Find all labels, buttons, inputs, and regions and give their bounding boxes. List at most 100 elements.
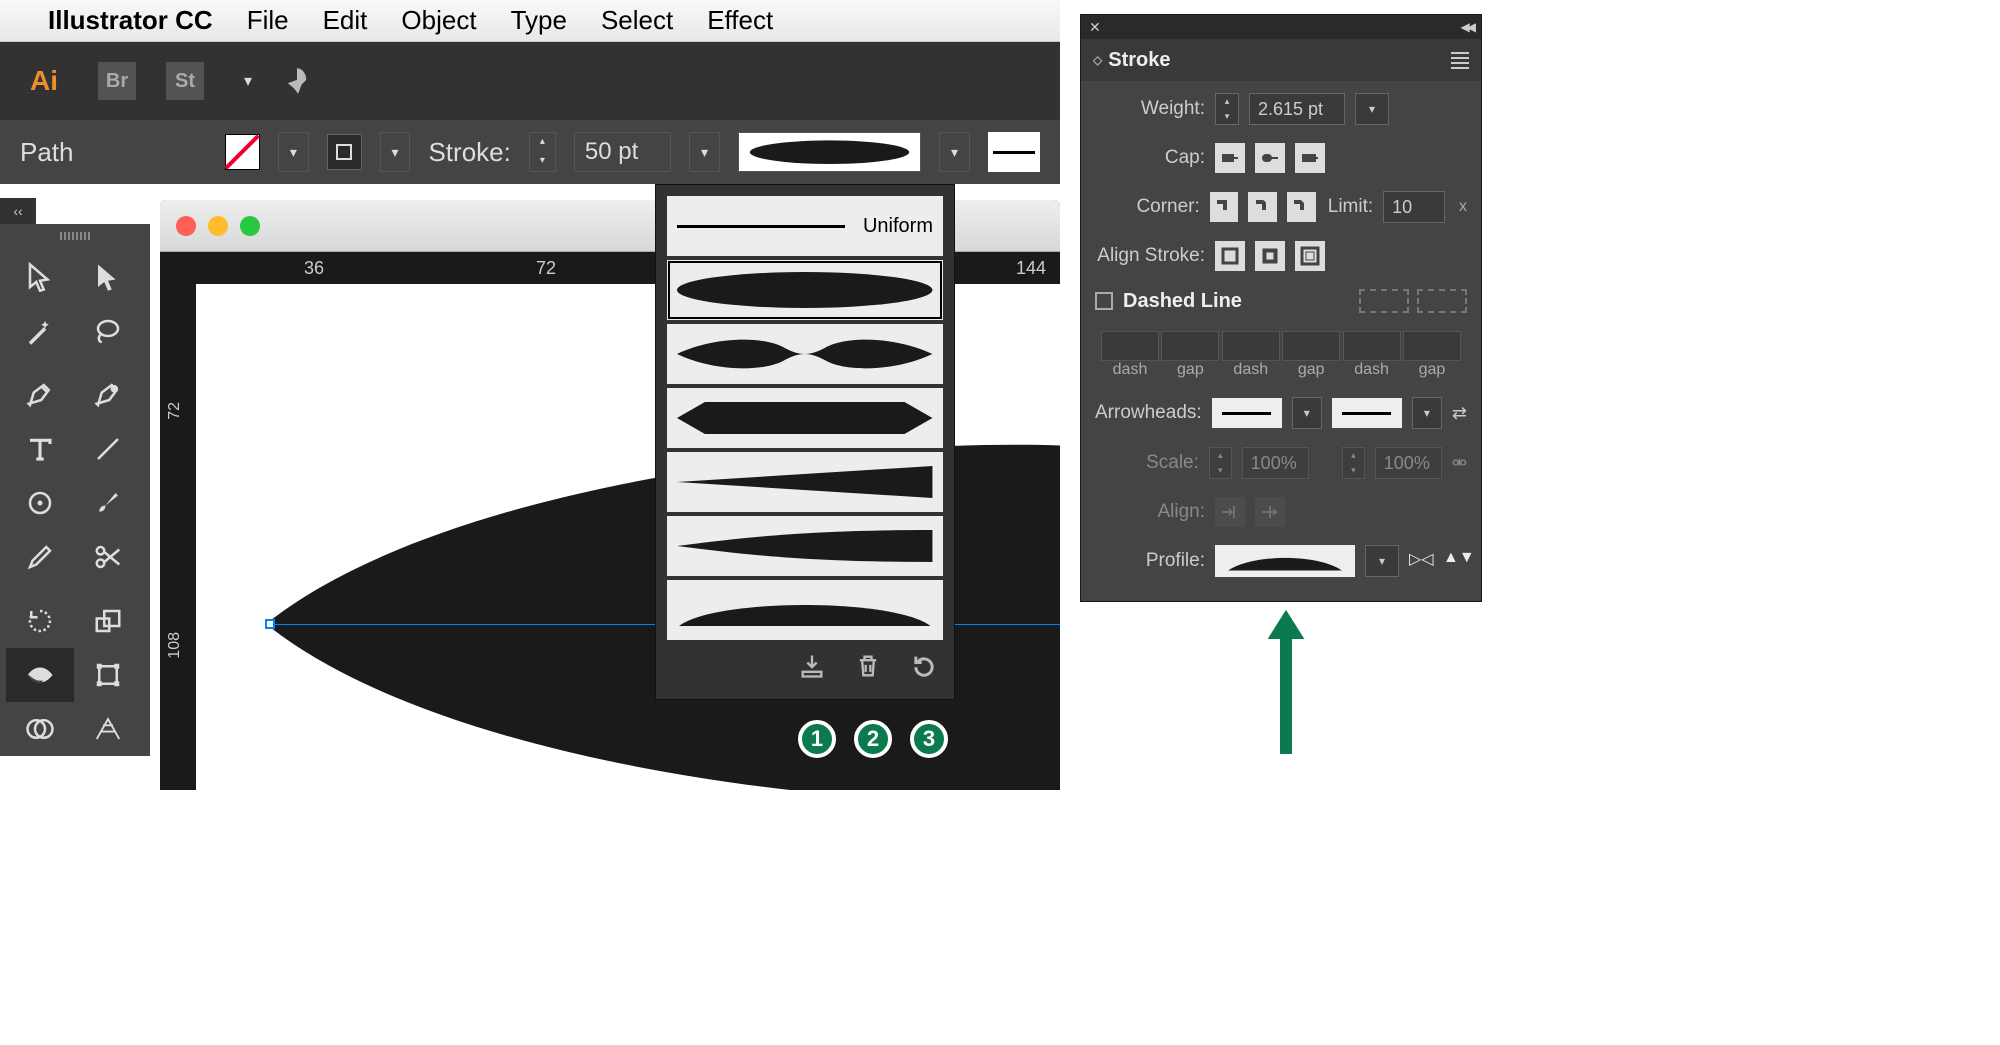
profile-width-1[interactable] (666, 259, 944, 321)
dash-3-input[interactable] (1343, 331, 1401, 361)
line-segment-tool[interactable] (74, 422, 142, 476)
profile-dropdown[interactable]: ▾ (939, 132, 970, 172)
weight-dropdown[interactable]: ▾ (1355, 93, 1389, 125)
paintbrush-tool[interactable] (74, 476, 142, 530)
arrange-documents[interactable]: ▾ (234, 71, 252, 91)
arrowheads-label: Arrowheads: (1095, 402, 1202, 424)
limit-value[interactable]: 10 (1383, 191, 1445, 223)
menu-object[interactable]: Object (401, 5, 476, 36)
panel-collapse-strip[interactable]: ‹‹ (0, 198, 36, 224)
macos-menubar: Illustrator CC File Edit Object Type Sel… (0, 0, 1060, 42)
gap-label: gap (1403, 361, 1461, 379)
profile-width-4[interactable] (666, 451, 944, 513)
menu-file[interactable]: File (247, 5, 289, 36)
profile-width-2[interactable] (666, 323, 944, 385)
swap-arrowheads-icon[interactable]: ⇄ (1452, 403, 1467, 424)
fill-dropdown[interactable]: ▾ (278, 132, 309, 172)
gap-3-input[interactable] (1403, 331, 1461, 361)
anchor-point[interactable] (265, 619, 275, 629)
magic-wand-tool[interactable] (6, 304, 74, 358)
close-icon[interactable]: ✕ (1089, 19, 1101, 36)
profile-preview[interactable] (1215, 545, 1355, 577)
corner-bevel-button[interactable] (1287, 192, 1316, 222)
dash-label: dash (1343, 361, 1401, 379)
annotation-arrow (1256, 596, 1316, 766)
shape-builder-tool[interactable] (6, 702, 74, 756)
align-tip-button (1215, 497, 1245, 527)
scissors-tool[interactable] (74, 530, 142, 584)
dash-2-input[interactable] (1222, 331, 1280, 361)
pen-tool[interactable] (6, 368, 74, 422)
weight-stepper[interactable]: ▴▾ (1215, 93, 1239, 125)
grip-icon[interactable] (6, 230, 144, 242)
bridge-icon[interactable]: Br (98, 62, 136, 100)
flip-along-icon[interactable]: ▷◁ (1409, 549, 1433, 573)
profile-width-5[interactable] (666, 515, 944, 577)
direct-selection-tool[interactable] (74, 250, 142, 304)
corner-round-button[interactable] (1248, 192, 1277, 222)
arrowhead-end-dropdown[interactable]: ▾ (1412, 397, 1442, 429)
profile-width-3[interactable] (666, 387, 944, 449)
type-tool[interactable] (6, 422, 74, 476)
menu-effect[interactable]: Effect (707, 5, 773, 36)
flip-across-icon[interactable]: ▲▼ (1443, 549, 1467, 573)
dash-align-button[interactable] (1417, 289, 1467, 313)
ellipse-tool[interactable] (6, 476, 74, 530)
save-profile-icon[interactable] (798, 652, 826, 680)
dash-preserve-button[interactable] (1359, 289, 1409, 313)
rocket-icon[interactable] (282, 66, 312, 96)
menu-edit[interactable]: Edit (323, 5, 368, 36)
free-transform-tool[interactable] (74, 648, 142, 702)
arrowhead-start-dropdown[interactable]: ▾ (1292, 397, 1322, 429)
cap-butt-button[interactable] (1215, 143, 1245, 173)
stroke-weight-value[interactable]: 50 pt (574, 132, 671, 172)
brush-definition[interactable] (988, 132, 1040, 172)
ai-logo: Ai (20, 61, 68, 101)
align-stroke-label: Align Stroke: (1095, 245, 1205, 267)
profile-width-6[interactable] (666, 579, 944, 641)
panel-menu-icon[interactable] (1451, 52, 1469, 69)
vertical-ruler[interactable]: 72 108 (160, 252, 196, 790)
app-menu[interactable]: Illustrator CC (48, 5, 213, 36)
delete-profile-icon[interactable] (854, 652, 882, 680)
gap-1-input[interactable] (1161, 331, 1219, 361)
stroke-weight-stepper[interactable]: ▴▾ (529, 132, 556, 172)
align-stroke-outside-button[interactable] (1295, 241, 1325, 271)
close-window-button[interactable] (176, 216, 196, 236)
collapse-icon[interactable]: ◀◀ (1461, 20, 1473, 34)
lasso-tool[interactable] (74, 304, 142, 358)
dash-1-input[interactable] (1101, 331, 1159, 361)
pencil-tool[interactable] (6, 530, 74, 584)
cap-projecting-button[interactable] (1295, 143, 1325, 173)
chevron-down-icon: ▾ (244, 71, 252, 91)
profile-uniform[interactable]: Uniform (666, 195, 944, 257)
dashed-line-checkbox[interactable] (1095, 292, 1113, 310)
variable-width-profile[interactable] (738, 132, 921, 172)
cap-label: Cap: (1095, 147, 1205, 169)
width-tool[interactable] (6, 648, 74, 702)
cap-round-button[interactable] (1255, 143, 1285, 173)
align-stroke-inside-button[interactable] (1255, 241, 1285, 271)
stroke-swatch[interactable] (327, 134, 362, 170)
rotate-tool[interactable] (6, 594, 74, 648)
maximize-window-button[interactable] (240, 216, 260, 236)
menu-select[interactable]: Select (601, 5, 673, 36)
stock-icon[interactable]: St (166, 62, 204, 100)
minimize-window-button[interactable] (208, 216, 228, 236)
selection-tool[interactable] (6, 250, 74, 304)
stroke-dropdown[interactable]: ▾ (380, 132, 411, 172)
profile-dropdown[interactable]: ▾ (1365, 545, 1399, 577)
weight-value[interactable]: 2.615 pt (1249, 93, 1345, 125)
align-stroke-center-button[interactable] (1215, 241, 1245, 271)
stroke-weight-dropdown[interactable]: ▾ (689, 132, 720, 172)
corner-miter-button[interactable] (1210, 192, 1239, 222)
reset-profiles-icon[interactable] (910, 652, 938, 680)
arrowhead-end[interactable] (1332, 398, 1402, 428)
arrowhead-start[interactable] (1212, 398, 1282, 428)
menu-type[interactable]: Type (511, 5, 567, 36)
fill-swatch[interactable] (225, 134, 260, 170)
perspective-grid-tool[interactable] (74, 702, 142, 756)
gap-2-input[interactable] (1282, 331, 1340, 361)
curvature-tool[interactable] (74, 368, 142, 422)
scale-tool[interactable] (74, 594, 142, 648)
